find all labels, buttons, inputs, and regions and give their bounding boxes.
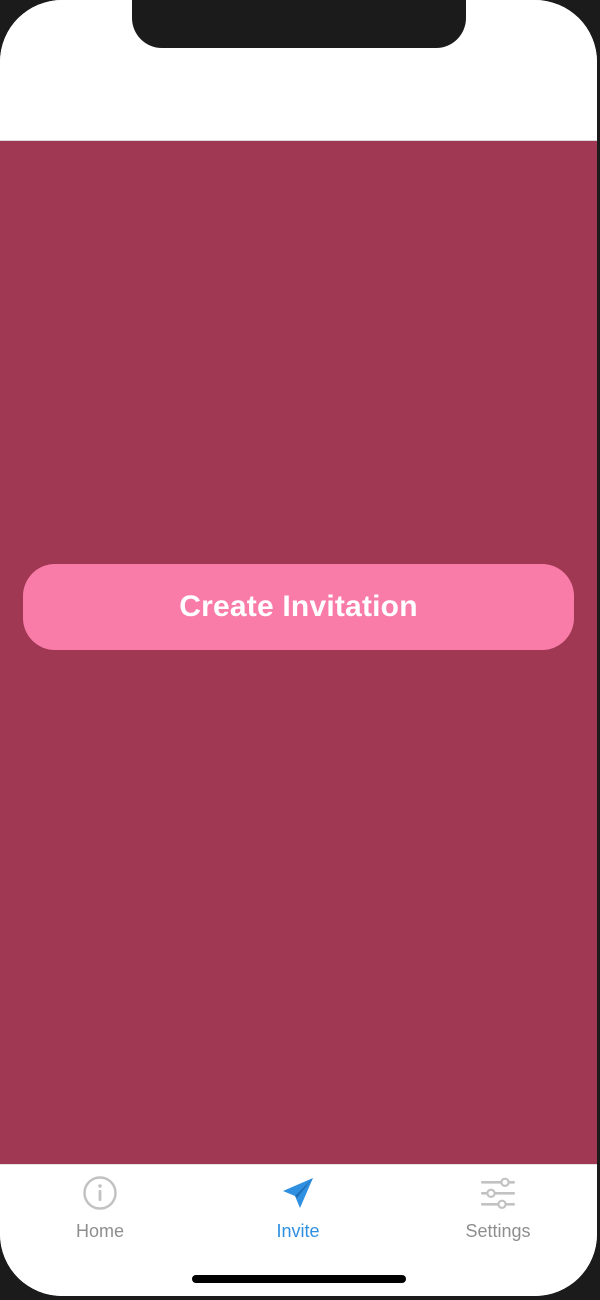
- tab-invite-label: Invite: [276, 1221, 320, 1241]
- device-frame: Create Invitation Home Invite Settings: [0, 0, 600, 1300]
- device-notch: [132, 0, 466, 48]
- tab-home[interactable]: Home: [0, 1173, 200, 1253]
- sliders-icon: [478, 1173, 518, 1213]
- main-content: Create Invitation: [0, 141, 597, 1164]
- create-invitation-button[interactable]: Create Invitation: [23, 564, 574, 650]
- tab-home-label: Home: [75, 1221, 124, 1241]
- create-invitation-label: Create Invitation: [179, 590, 418, 623]
- tab-settings[interactable]: Settings: [398, 1173, 597, 1253]
- tab-invite[interactable]: Invite: [198, 1173, 398, 1253]
- info-icon: [80, 1173, 120, 1213]
- screen: Create Invitation Home Invite Settings: [0, 0, 597, 1296]
- tab-settings-label: Settings: [465, 1221, 531, 1241]
- home-indicator[interactable]: [192, 1275, 406, 1283]
- paper-plane-icon: [278, 1173, 318, 1213]
